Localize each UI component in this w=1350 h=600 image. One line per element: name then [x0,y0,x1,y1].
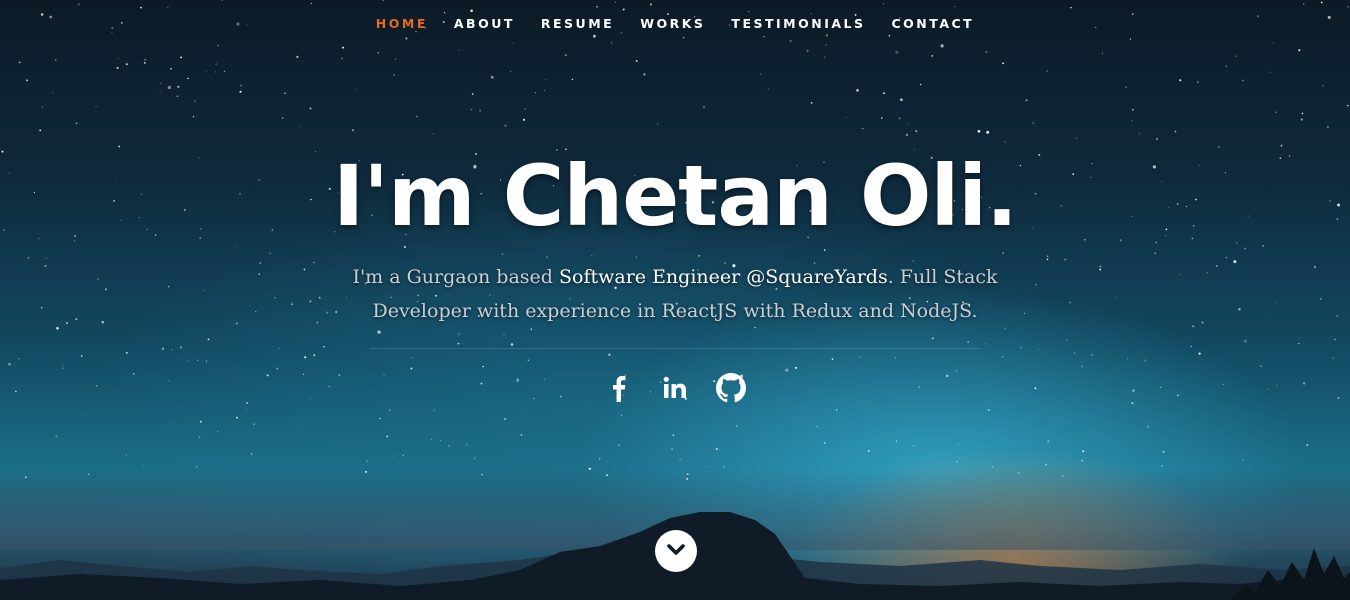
facebook-icon[interactable] [604,373,634,403]
chevron-down-icon [665,538,687,565]
main-nav: HOME ABOUT RESUME WORKS TESTIMONIALS CON… [0,0,1350,46]
intro-highlight: Software Engineer @SquareYards [558,266,888,288]
nav-item-contact[interactable]: CONTACT [892,16,975,31]
linkedin-icon[interactable] [660,373,690,403]
nav-item-testimonials[interactable]: TESTIMONIALS [731,16,865,31]
nav-item-about[interactable]: ABOUT [454,16,515,31]
github-icon[interactable] [716,373,746,403]
nav-item-works[interactable]: WORKS [640,16,705,31]
banner: I'm Chetan Oli. I'm a Gurgaon based Soft… [0,148,1350,403]
nav-list: HOME ABOUT RESUME WORKS TESTIMONIALS CON… [363,16,987,31]
scroll-down-button[interactable] [655,530,697,572]
page-title: I'm Chetan Oli. [333,147,1018,245]
divider [370,348,980,349]
nav-item-home[interactable]: HOME [376,16,428,31]
hero-section: HOME ABOUT RESUME WORKS TESTIMONIALS CON… [0,0,1350,600]
intro-text-part1: I'm a Gurgaon based [352,266,559,288]
nav-item-resume[interactable]: RESUME [541,16,614,31]
social-links [0,373,1350,403]
intro-text: I'm a Gurgaon based Software Engineer @S… [315,260,1035,328]
